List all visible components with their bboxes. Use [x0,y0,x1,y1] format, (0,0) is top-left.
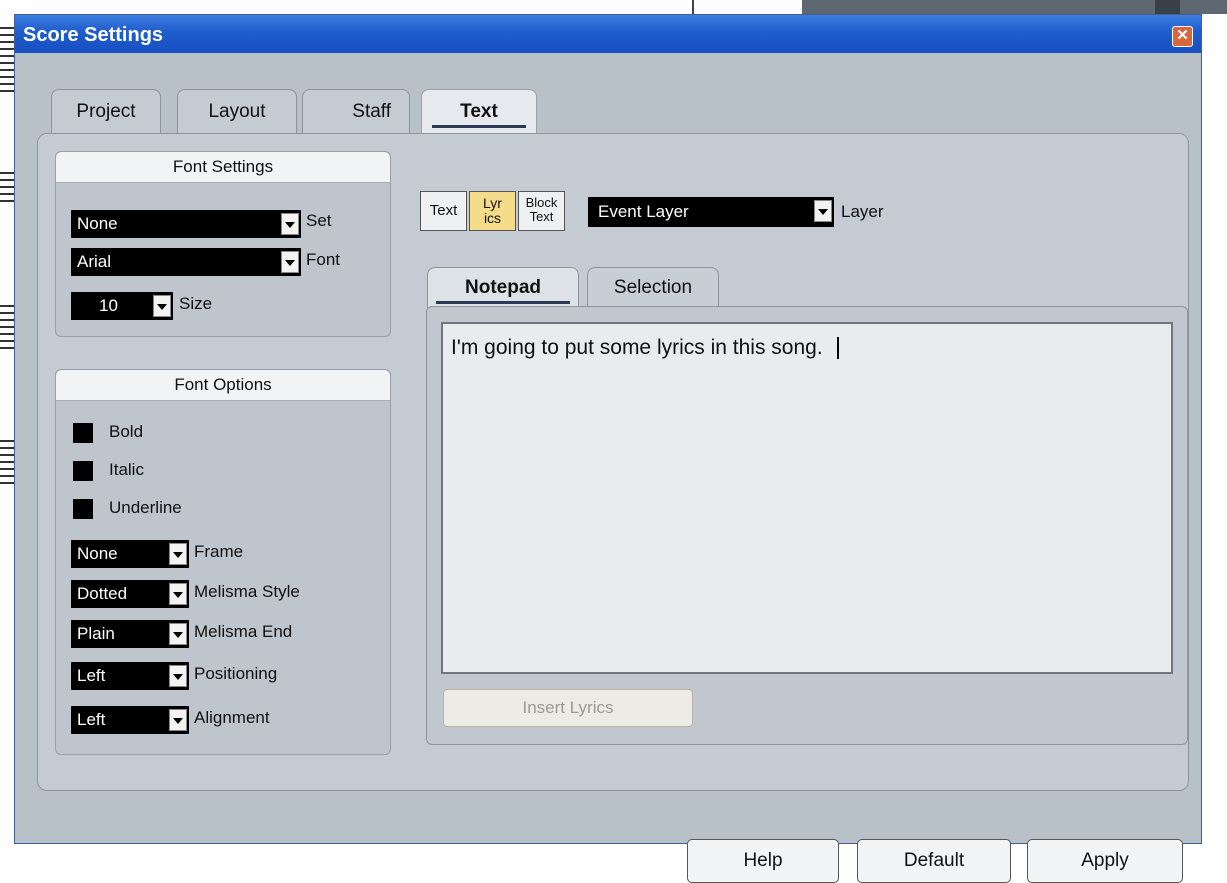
bold-checkbox[interactable] [73,423,93,443]
background-line [692,0,694,14]
block-mode-label-1: Block [525,195,558,210]
size-dropdown[interactable]: 10 [71,292,173,320]
set-value: None [77,214,118,233]
melisma-end-value: Plain [77,624,115,643]
chevron-down-icon [169,709,187,731]
tab-label: Staff [352,101,391,122]
alignment-value: Left [77,710,106,729]
italic-checkbox[interactable] [73,461,93,481]
tab-layout[interactable]: Layout [177,89,297,134]
font-value: Arial [77,252,112,271]
window-title: Score Settings [23,24,164,46]
tab-text[interactable]: Text [421,89,537,134]
font-options-header: Font Options [56,370,390,401]
layer-value: Event Layer [598,202,689,221]
background-window-edge [1155,0,1180,14]
chevron-down-icon [281,213,299,235]
tab-label: Layout [208,101,266,122]
layer-dropdown[interactable]: Event Layer [588,197,834,227]
font-settings-header: Font Settings [56,152,390,183]
chevron-down-icon [169,665,187,687]
underline-checkbox[interactable] [73,499,93,519]
positioning-label: Positioning [194,664,278,683]
insert-lyrics-label: Insert Lyrics [522,698,614,717]
dialog-body: Project Layout Staff Text Font Settings … [15,53,1201,883]
chevron-down-icon [153,295,171,317]
active-tab-underline [436,301,570,304]
notepad-text: I'm going to put some lyrics in this son… [451,336,823,359]
positioning-value: Left [77,666,106,685]
size-label: Size [179,294,213,313]
lyrics-mode-label-2: ics [483,210,502,226]
tab-staff[interactable]: Staff [302,89,410,133]
tab-label: Selection [613,277,693,298]
font-label: Font [306,250,341,269]
text-caret [836,337,839,360]
tab-label: Text [460,101,498,122]
default-label: Default [903,850,965,871]
default-button[interactable]: Default [857,839,1011,883]
melisma-style-dropdown[interactable]: Dotted [71,580,189,608]
lyrics-mode-label-1: Lyr [483,195,502,211]
layer-label: Layer [841,202,884,221]
frame-dropdown[interactable]: None [71,540,189,568]
size-value: 10 [99,296,118,315]
melisma-end-dropdown[interactable]: Plain [71,620,189,648]
chevron-down-icon [169,583,187,605]
notepad-textarea[interactable]: I'm going to put some lyrics in this son… [441,322,1173,674]
frame-label: Frame [194,542,244,561]
set-label: Set [306,211,332,230]
chevron-down-icon [814,200,832,222]
set-dropdown[interactable]: None [71,210,301,238]
tab-project[interactable]: Project [51,89,161,134]
apply-button[interactable]: Apply [1027,839,1183,883]
block-mode-label-2: Text [529,209,554,224]
help-label: Help [743,850,783,871]
positioning-dropdown[interactable]: Left [71,662,189,690]
close-icon[interactable]: ✕ [1172,26,1193,47]
help-button[interactable]: Help [687,839,839,883]
chevron-down-icon [169,623,187,645]
active-tab-underline [432,125,526,128]
chevron-down-icon [281,251,299,273]
tab-label: Project [76,101,136,122]
alignment-label: Alignment [194,708,270,727]
melisma-style-value: Dotted [77,584,128,603]
block-text-mode-button[interactable]: Block Text [518,191,565,231]
tab-selection[interactable]: Selection [587,267,719,308]
score-settings-window: Score Settings ✕ Project Layout Staff Te… [14,14,1202,883]
tab-label: Notepad [465,277,541,298]
font-dropdown[interactable]: Arial [71,248,301,276]
bold-label: Bold [109,422,144,441]
insert-lyrics-button[interactable]: Insert Lyrics [443,689,693,727]
melisma-end-label: Melisma End [194,622,293,641]
text-mode-label: Text [429,202,458,219]
frame-value: None [77,544,118,563]
lyrics-mode-button[interactable]: Lyr ics [469,191,516,231]
melisma-style-label: Melisma Style [194,582,300,601]
text-mode-button[interactable]: Text [420,191,467,231]
underline-label: Underline [109,498,182,517]
apply-label: Apply [1081,850,1129,871]
tab-notepad[interactable]: Notepad [427,267,579,308]
title-bar[interactable]: Score Settings ✕ [15,15,1201,53]
chevron-down-icon [169,543,187,565]
italic-label: Italic [109,460,144,479]
alignment-dropdown[interactable]: Left [71,706,189,734]
